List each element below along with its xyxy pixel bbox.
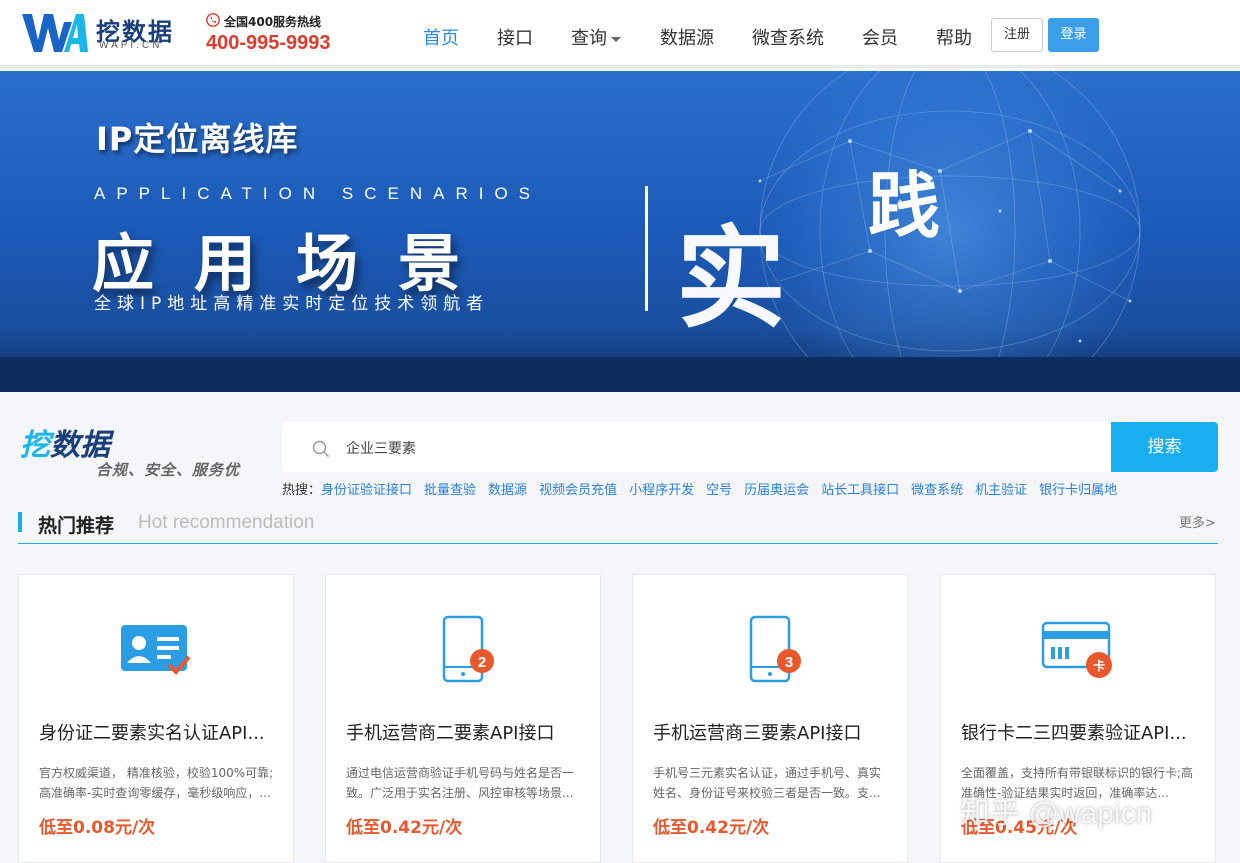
- search-button[interactable]: 搜索: [1111, 422, 1218, 472]
- register-button[interactable]: 注册: [991, 18, 1043, 52]
- banner-calligraphy-shi: 实: [676, 214, 786, 343]
- nav-api[interactable]: 接口: [497, 24, 533, 50]
- bank-card-icon: 卡: [1041, 621, 1112, 678]
- banner-bottom-band: [0, 357, 1240, 392]
- hot-link-id-verify[interactable]: 身份证验证接口: [321, 483, 412, 498]
- section-divider: [18, 543, 1218, 544]
- search-input[interactable]: [346, 436, 1046, 460]
- svg-text:3: 3: [785, 654, 793, 671]
- nav-query[interactable]: 查询: [571, 24, 621, 50]
- card-title[interactable]: 身份证二要素实名认证API...: [39, 719, 279, 745]
- product-card[interactable]: 2 手机运营商二要素API接口 通过电信运营商验证手机号码与姓名是否一致。广泛用…: [325, 574, 601, 863]
- banner-tagline: 全球IP地址高精准实时定位技术领航者: [94, 294, 490, 314]
- hero-banner[interactable]: IP定位离线库 APPLICATION SCENARIOS 应用场景 全球IP地…: [0, 71, 1240, 392]
- hot-link-datasource[interactable]: 数据源: [488, 483, 527, 498]
- more-link[interactable]: 更多>: [1179, 512, 1216, 531]
- brand-logo: 挖数据: [20, 420, 110, 464]
- phone-icon: [206, 13, 220, 27]
- brand-slogan: 合规、安全、服务优: [96, 461, 241, 479]
- hotline-label: 全国400服务热线: [224, 15, 322, 29]
- phone-3-icon: 3: [749, 615, 801, 683]
- banner-title: IP定位离线库: [96, 120, 299, 158]
- hot-link-owner-verify[interactable]: 机主验证: [975, 483, 1027, 498]
- brand-logo-part-a: 挖: [20, 428, 50, 463]
- nav-weicha-system[interactable]: 微查系统: [752, 24, 824, 50]
- card-title[interactable]: 银行卡二三四要素验证API...: [961, 719, 1201, 745]
- hot-search-label: 热搜：: [282, 483, 322, 498]
- nav-help[interactable]: 帮助: [936, 24, 972, 50]
- hot-link-empty-number[interactable]: 空号: [706, 483, 732, 498]
- hot-link-bankcard-location[interactable]: 银行卡归属地: [1039, 483, 1117, 498]
- card-description: 通过电信运营商验证手机号码与姓名是否一致。广泛用于实名注册、风控审核等场景...: [346, 766, 575, 800]
- product-card[interactable]: 身份证二要素实名认证API... 官方权威渠道， 精准核验，校验100%可靠;高…: [18, 574, 294, 863]
- banner-divider: [645, 186, 648, 311]
- card-price: 低至0.08元/次: [39, 818, 156, 838]
- card-description: 手机号三元素实名认证，通过手机号、真实姓名、身份证号来校验三者是否一致。支...: [653, 766, 882, 800]
- banner-calligraphy-jian: 践: [868, 163, 941, 248]
- hotline-number: 400-995-9993: [206, 32, 331, 54]
- nav-home[interactable]: 首页: [423, 24, 459, 50]
- nav-query-label: 查询: [571, 28, 607, 49]
- card-price: 低至0.42元/次: [346, 818, 463, 838]
- section-title: 热门推荐: [38, 515, 115, 537]
- wa-logo-icon[interactable]: [22, 12, 88, 54]
- hot-link-webmaster-tools[interactable]: 站长工具接口: [821, 483, 899, 498]
- search-icon: [312, 440, 329, 457]
- id-card-icon: [121, 625, 191, 675]
- nav-member[interactable]: 会员: [862, 24, 898, 50]
- brand-logo-part-b: 数据: [50, 428, 110, 463]
- card-description: 官方权威渠道， 精准核验，校验100%可靠;高准确率-实时查询零缓存，毫秒级响应…: [39, 766, 274, 800]
- banner-english-subtitle: APPLICATION SCENARIOS: [94, 184, 542, 203]
- zhihu-watermark: 知乎 @wapicn: [960, 797, 1153, 830]
- section-accent-bar: [18, 512, 22, 532]
- nav-datasource[interactable]: 数据源: [660, 24, 714, 50]
- hot-link-olympics[interactable]: 历届奥运会: [744, 483, 809, 498]
- login-button[interactable]: 登录: [1048, 18, 1099, 52]
- phone-2-icon: 2: [442, 615, 494, 683]
- section-title-english: Hot recommendation: [138, 512, 315, 533]
- card-price: 低至0.42元/次: [653, 818, 770, 838]
- card-title[interactable]: 手机运营商三要素API接口: [653, 719, 893, 745]
- product-card[interactable]: 3 手机运营商三要素API接口 手机号三元素实名认证，通过手机号、真实姓名、身份…: [632, 574, 908, 863]
- hot-link-batch-check[interactable]: 批量查验: [424, 483, 476, 498]
- hot-link-weicha-system[interactable]: 微查系统: [911, 483, 963, 498]
- hot-search-row: 热搜：身份证验证接口 批量查验 数据源 视频会员充值 小程序开发 空号 历届奥运会 站长工具接…: [282, 479, 1129, 498]
- logo-subtitle: WAPI.CN: [99, 40, 163, 51]
- card-title[interactable]: 手机运营商二要素API接口: [346, 719, 586, 745]
- hot-link-video-vip[interactable]: 视频会员充值: [539, 483, 617, 498]
- top-header: 挖数据 WAPI.CN 全国400服务热线 400-995-9993 首页 接口…: [0, 0, 1240, 68]
- hot-link-miniprogram[interactable]: 小程序开发: [629, 483, 694, 498]
- svg-text:卡: 卡: [1093, 658, 1105, 673]
- chevron-down-icon: [611, 36, 621, 42]
- svg-text:2: 2: [478, 654, 486, 671]
